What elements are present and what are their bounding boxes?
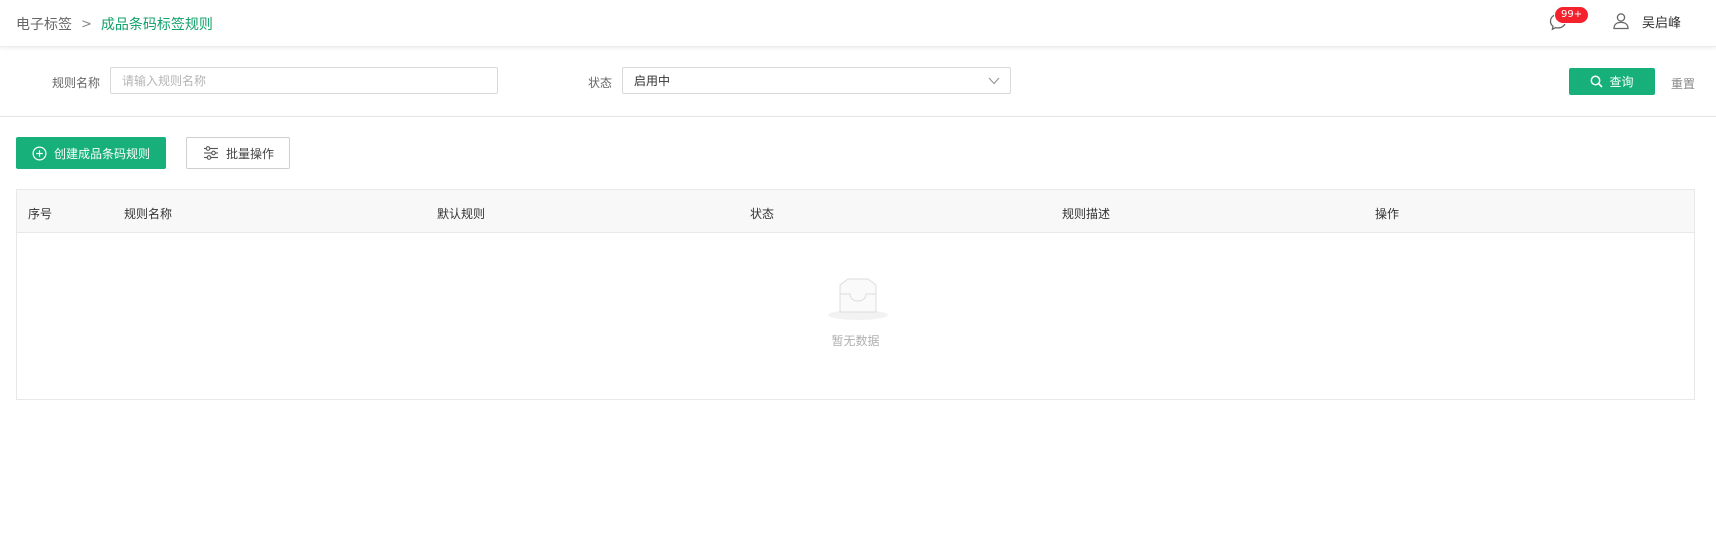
status-label: 状态 — [588, 76, 613, 90]
breadcrumb-parent-link[interactable]: 电子标签 — [16, 14, 72, 34]
user-icon — [1613, 12, 1629, 29]
create-rule-button-label: 创建成品条码规则 — [54, 146, 151, 161]
column-header-status: 状态 — [750, 207, 775, 221]
user-name: 吴启峰 — [1642, 16, 1682, 31]
status-select[interactable]: 启用中 — [622, 67, 1011, 94]
breadcrumb: 电子标签 > 成品条码标签规则 — [16, 14, 213, 34]
top-header: 电子标签 > 成品条码标签规则 99+ 吴启峰 — [0, 0, 1716, 47]
sliders-icon — [204, 146, 218, 160]
column-header-rule-name: 规则名称 — [124, 207, 173, 221]
column-header-description: 规则描述 — [1062, 207, 1111, 221]
rule-name-label: 规则名称 — [52, 76, 101, 90]
notification-badge: 99+ — [1554, 6, 1590, 24]
table-header: 序号 规则名称 默认规则 状态 规则描述 操作 — [17, 190, 1694, 233]
breadcrumb-separator: > — [81, 16, 92, 32]
rule-name-input[interactable] — [110, 67, 498, 94]
empty-inbox-icon — [828, 278, 888, 320]
chevron-down-icon — [988, 77, 1000, 85]
rules-table: 序号 规则名称 默认规则 状态 规则描述 操作 暂无数据 — [16, 189, 1695, 400]
notifications-button[interactable]: 99+ — [1548, 6, 1590, 36]
batch-operation-label: 批量操作 — [226, 146, 275, 161]
create-rule-button[interactable]: 创建成品条码规则 — [16, 137, 166, 169]
reset-button[interactable]: 重置 — [1671, 75, 1695, 92]
search-icon — [1591, 75, 1604, 88]
column-header-index: 序号 — [28, 207, 53, 221]
plus-circle-icon — [32, 145, 47, 161]
breadcrumb-current: 成品条码标签规则 — [100, 17, 213, 33]
status-select-value: 启用中 — [634, 74, 671, 88]
column-header-default: 默认规则 — [437, 207, 486, 221]
user-menu[interactable]: 吴启峰 — [1612, 10, 1681, 31]
query-button[interactable]: 查询 — [1569, 68, 1655, 95]
batch-operation-button[interactable]: 批量操作 — [186, 137, 290, 169]
filter-bar: 规则名称 状态 启用中 查询 重置 — [0, 47, 1716, 117]
empty-state-text: 暂无数据 — [831, 334, 880, 348]
empty-state: 暂无数据 — [17, 233, 1694, 399]
query-button-label: 查询 — [1609, 75, 1634, 89]
column-header-actions: 操作 — [1375, 207, 1400, 221]
